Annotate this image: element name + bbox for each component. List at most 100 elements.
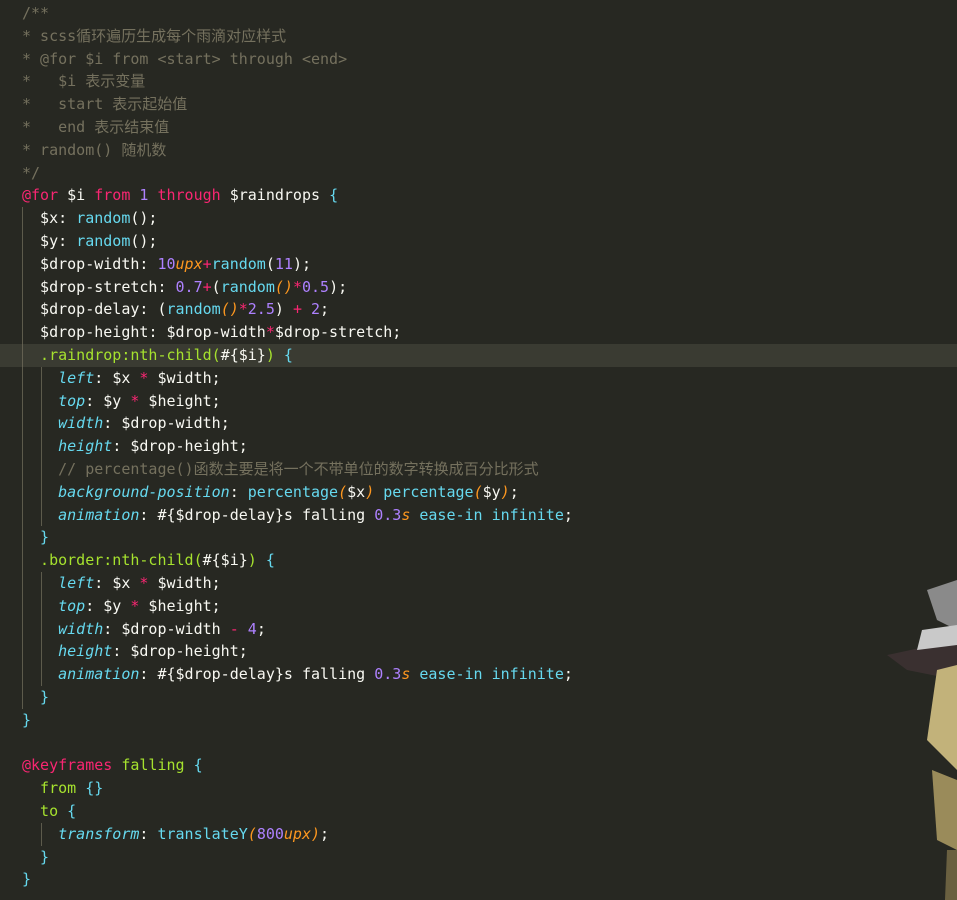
- code-line[interactable]: animation: #{$drop-delay}s falling 0.3s …: [0, 663, 957, 686]
- code-token: }: [22, 528, 50, 547]
- code-token: (: [247, 824, 257, 843]
- code-token: $drop-height: [130, 642, 239, 661]
- code-token: from: [94, 186, 131, 205]
- code-line[interactable]: }: [0, 868, 957, 891]
- code-line[interactable]: from {}: [0, 777, 957, 800]
- code-line[interactable]: }: [0, 846, 957, 869]
- code-line[interactable]: height: $drop-height;: [0, 435, 957, 458]
- character-leg: [945, 850, 957, 900]
- code-line[interactable]: * scss循环遍历生成每个雨滴对应样式: [0, 25, 957, 48]
- code-token: :: [139, 505, 158, 524]
- code-token: #{$i}: [202, 551, 248, 570]
- code-token: {: [274, 346, 293, 364]
- code-line[interactable]: }: [0, 526, 957, 549]
- code-line[interactable]: width: $drop-width - 4;: [0, 618, 957, 641]
- code-editor[interactable]: /** * scss循环遍历生成每个雨滴对应样式 * @for $i from <s…: [0, 0, 957, 900]
- code-token: falling: [112, 756, 194, 775]
- code-token: transform: [22, 824, 140, 843]
- code-token: */: [22, 163, 41, 182]
- code-token: $x: [112, 368, 140, 387]
- code-line[interactable]: * start 表示起始值: [0, 93, 957, 116]
- code-token: random: [166, 300, 221, 319]
- code-token: ;: [392, 323, 402, 342]
- code-line[interactable]: left: $x * $width;: [0, 572, 957, 595]
- code-line[interactable]: to {: [0, 800, 957, 823]
- code-token: $raindrops: [220, 186, 330, 205]
- code-token: :: [85, 596, 104, 615]
- code-token: percentage: [247, 482, 339, 501]
- code-token: ): [500, 482, 510, 501]
- code-token: :: [94, 368, 113, 387]
- bottom-status-edge: [0, 896, 957, 900]
- code-token: s: [401, 505, 411, 524]
- code-token: :: [139, 665, 158, 684]
- code-token: }: [22, 688, 50, 706]
- code-token: ;: [220, 414, 230, 433]
- code-line[interactable]: }: [0, 709, 957, 732]
- code-line[interactable]: background-position: percentage($x) perc…: [0, 481, 957, 504]
- code-token: * $i 表示变量: [22, 72, 146, 91]
- code-line[interactable]: @keyframes falling {: [0, 754, 957, 777]
- code-line[interactable]: height: $drop-height;: [0, 640, 957, 663]
- code-token: random: [220, 277, 275, 296]
- code-token: {: [58, 802, 77, 820]
- code-token: :: [139, 824, 158, 843]
- code-token: {: [329, 186, 339, 205]
- code-token: 800: [256, 824, 284, 843]
- code-line[interactable]: .raindrop:nth-child(#{$i}) {: [0, 344, 957, 367]
- character-ear: [927, 580, 957, 630]
- code-line[interactable]: * random() 随机数: [0, 139, 957, 162]
- code-line[interactable]: top: $y * $height;: [0, 595, 957, 618]
- code-token: through: [157, 186, 221, 205]
- code-token: (: [338, 482, 348, 501]
- code-token: ease-in infinite: [410, 665, 564, 684]
- indent-guide: [40, 572, 42, 686]
- code-line[interactable]: .border:nth-child(#{$i}) {: [0, 549, 957, 572]
- code-token: $y: [103, 391, 131, 410]
- code-line[interactable]: * @for $i from <start> through <end>: [0, 48, 957, 71]
- code-line[interactable]: * end 表示结束值: [0, 116, 957, 139]
- code-line[interactable]: }: [0, 686, 957, 709]
- code-line[interactable]: // percentage()函数主要是将一个不带单位的数字转换成百分比形式: [0, 458, 957, 481]
- code-line[interactable]: [0, 732, 957, 755]
- code-line[interactable]: left: $x * $width;: [0, 367, 957, 390]
- code-line[interactable]: @for $i from 1 through $raindrops {: [0, 184, 957, 207]
- code-token: ;: [238, 437, 248, 456]
- code-line[interactable]: $drop-height: $drop-width*$drop-stretch;: [0, 321, 957, 344]
- code-token: ;: [211, 391, 221, 410]
- code-token: 4: [238, 619, 257, 638]
- code-token: :: [85, 391, 104, 410]
- code-token: $height: [139, 596, 212, 615]
- code-token: background-position: [22, 482, 230, 501]
- code-line[interactable]: $drop-width: 10upx+random(11);: [0, 253, 957, 276]
- code-token: top: [22, 596, 86, 615]
- code-token: animation: [22, 665, 140, 684]
- code-token: *: [292, 277, 302, 296]
- code-token: +: [202, 254, 212, 273]
- code-line[interactable]: transform: translateY(800upx);: [0, 823, 957, 846]
- code-token: * @for $i from <start> through <end>: [22, 49, 348, 68]
- code-token: $drop-stretch: [274, 323, 393, 342]
- code-line[interactable]: width: $drop-width;: [0, 412, 957, 435]
- code-line[interactable]: $drop-stretch: 0.7+(random()*0.5);: [0, 276, 957, 299]
- code-token: *: [265, 323, 275, 342]
- code-line[interactable]: top: $y * $height;: [0, 390, 957, 413]
- code-token: width: [22, 414, 104, 433]
- code-token: width: [22, 619, 104, 638]
- code-token: translateY: [157, 824, 248, 843]
- code-token: $i: [58, 186, 95, 205]
- code-line[interactable]: animation: #{$drop-delay}s falling 0.3s …: [0, 504, 957, 527]
- code-token: #{$drop-delay}s falling: [157, 665, 375, 684]
- code-token: ;: [563, 665, 573, 684]
- code-token: ;: [211, 368, 221, 387]
- code-token: ;: [211, 596, 221, 615]
- code-line[interactable]: $y: random();: [0, 230, 957, 253]
- code-line[interactable]: $drop-delay: (random()*2.5) + 2;: [0, 298, 957, 321]
- code-token: // percentage()函数主要是将一个不带单位的数字转换成百分比形式: [22, 460, 539, 478]
- code-token: ;: [563, 505, 573, 524]
- code-line[interactable]: /**: [0, 2, 957, 25]
- code-line[interactable]: * $i 表示变量: [0, 70, 957, 93]
- code-line[interactable]: $x: random();: [0, 207, 957, 230]
- code-token: /**: [22, 4, 50, 22]
- code-line[interactable]: */: [0, 162, 957, 185]
